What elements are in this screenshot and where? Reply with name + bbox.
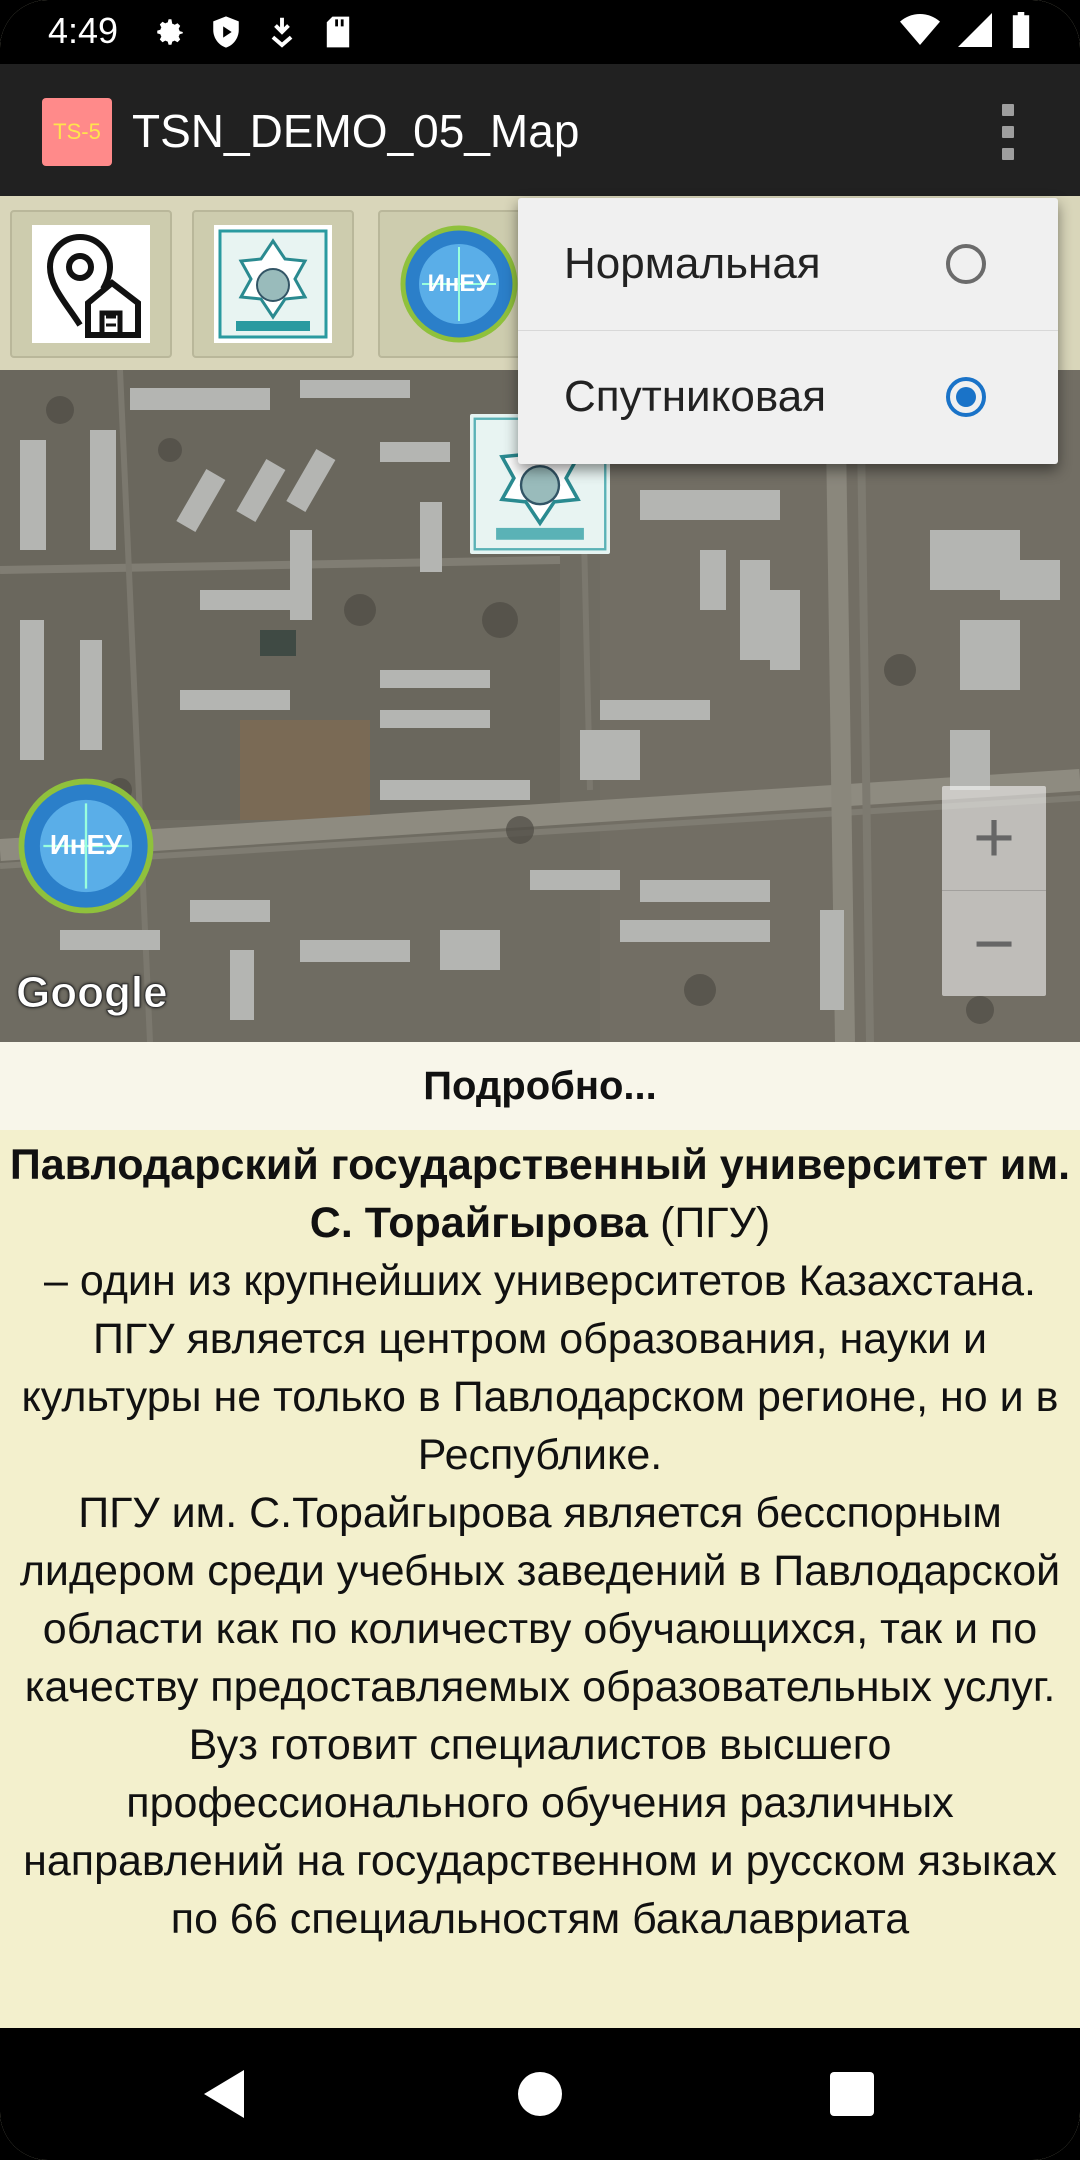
- back-icon: [204, 2070, 244, 2118]
- svg-text:ИнЕУ: ИнЕУ: [50, 829, 123, 860]
- system-status-icons: [900, 12, 1032, 52]
- university-name: Павлодарский государственный университет…: [9, 1141, 1071, 1247]
- back-button[interactable]: [196, 2064, 256, 2124]
- home-icon: [518, 2072, 562, 2116]
- details-line: ПГУ является центром образования, науки …: [21, 1315, 1059, 1479]
- download-icon: [264, 14, 300, 50]
- satellite-map[interactable]: ИнЕУ Google + −: [0, 370, 1080, 1042]
- radio-normal[interactable]: [946, 244, 986, 284]
- ineu-map-marker[interactable]: ИнЕУ: [18, 778, 154, 914]
- details-text: Павлодарский государственный университет…: [0, 1136, 1080, 2026]
- overflow-dot-icon: [1002, 104, 1014, 116]
- app-title: TSN_DEMO_05_Map: [132, 105, 580, 157]
- university-name-line: Павлодарский государственный университет…: [0, 1136, 1080, 1252]
- google-attribution: Google: [16, 968, 169, 1018]
- svg-text:ИнЕУ: ИнЕУ: [428, 270, 492, 297]
- status-time: 4:49: [48, 10, 119, 51]
- overflow-dot-icon: [1002, 126, 1014, 138]
- signal-icon: [958, 13, 992, 51]
- ineu-marker-button[interactable]: ИнЕУ: [378, 210, 540, 358]
- home-button[interactable]: [510, 2064, 570, 2124]
- details-line: Вуз готовит специалистов высшего професс…: [23, 1721, 1057, 1943]
- recents-icon: [830, 2072, 874, 2116]
- zoom-controls: + −: [942, 786, 1046, 996]
- sd-card-icon: [320, 14, 356, 50]
- details-line: ПГУ им. С.Торайгырова является бесспорны…: [19, 1489, 1061, 1711]
- details-header: Подробно...: [0, 1042, 1080, 1130]
- ineu-logo-icon: ИнЕУ: [18, 778, 154, 914]
- zoom-in-button[interactable]: +: [942, 786, 1046, 891]
- menu-item-normal[interactable]: Нормальная: [518, 198, 1058, 330]
- university-marker-button[interactable]: [192, 210, 354, 358]
- location-home-icon: [32, 225, 150, 343]
- overflow-dot-icon: [1002, 148, 1014, 160]
- app-bar: TS-5 TSN_DEMO_05_Map: [0, 64, 1080, 196]
- menu-item-satellite[interactable]: Спутниковая: [518, 330, 1058, 463]
- zoom-out-button[interactable]: −: [942, 892, 1046, 996]
- menu-item-label: Нормальная: [564, 239, 821, 288]
- university-abbr: (ПГУ): [660, 1199, 771, 1247]
- location-home-button[interactable]: [10, 210, 172, 358]
- wifi-icon: [900, 14, 940, 50]
- gear-icon: [152, 14, 188, 50]
- shield-icon: [208, 14, 244, 50]
- navigation-bar: [0, 2028, 1080, 2160]
- menu-item-label: Спутниковая: [564, 372, 827, 421]
- notification-icons: [152, 14, 356, 50]
- details-line: – один из крупнейших университетов Казах…: [44, 1257, 1036, 1305]
- university-emblem-icon: [214, 225, 332, 343]
- ineu-logo-icon: ИнЕУ: [400, 225, 518, 343]
- map-type-menu: Нормальная Спутниковая: [518, 198, 1058, 464]
- battery-icon: [1010, 12, 1032, 52]
- status-bar: 4:49: [0, 0, 1080, 64]
- app-icon: TS-5: [42, 98, 112, 166]
- overflow-menu-button[interactable]: [996, 104, 1020, 160]
- phone-screen: 4:49 TS-5 TSN_DEMO_05_Map ИнЕУ ИнЕУ Goog…: [0, 0, 1080, 2160]
- recents-button[interactable]: [822, 2064, 882, 2124]
- radio-satellite[interactable]: [946, 377, 986, 417]
